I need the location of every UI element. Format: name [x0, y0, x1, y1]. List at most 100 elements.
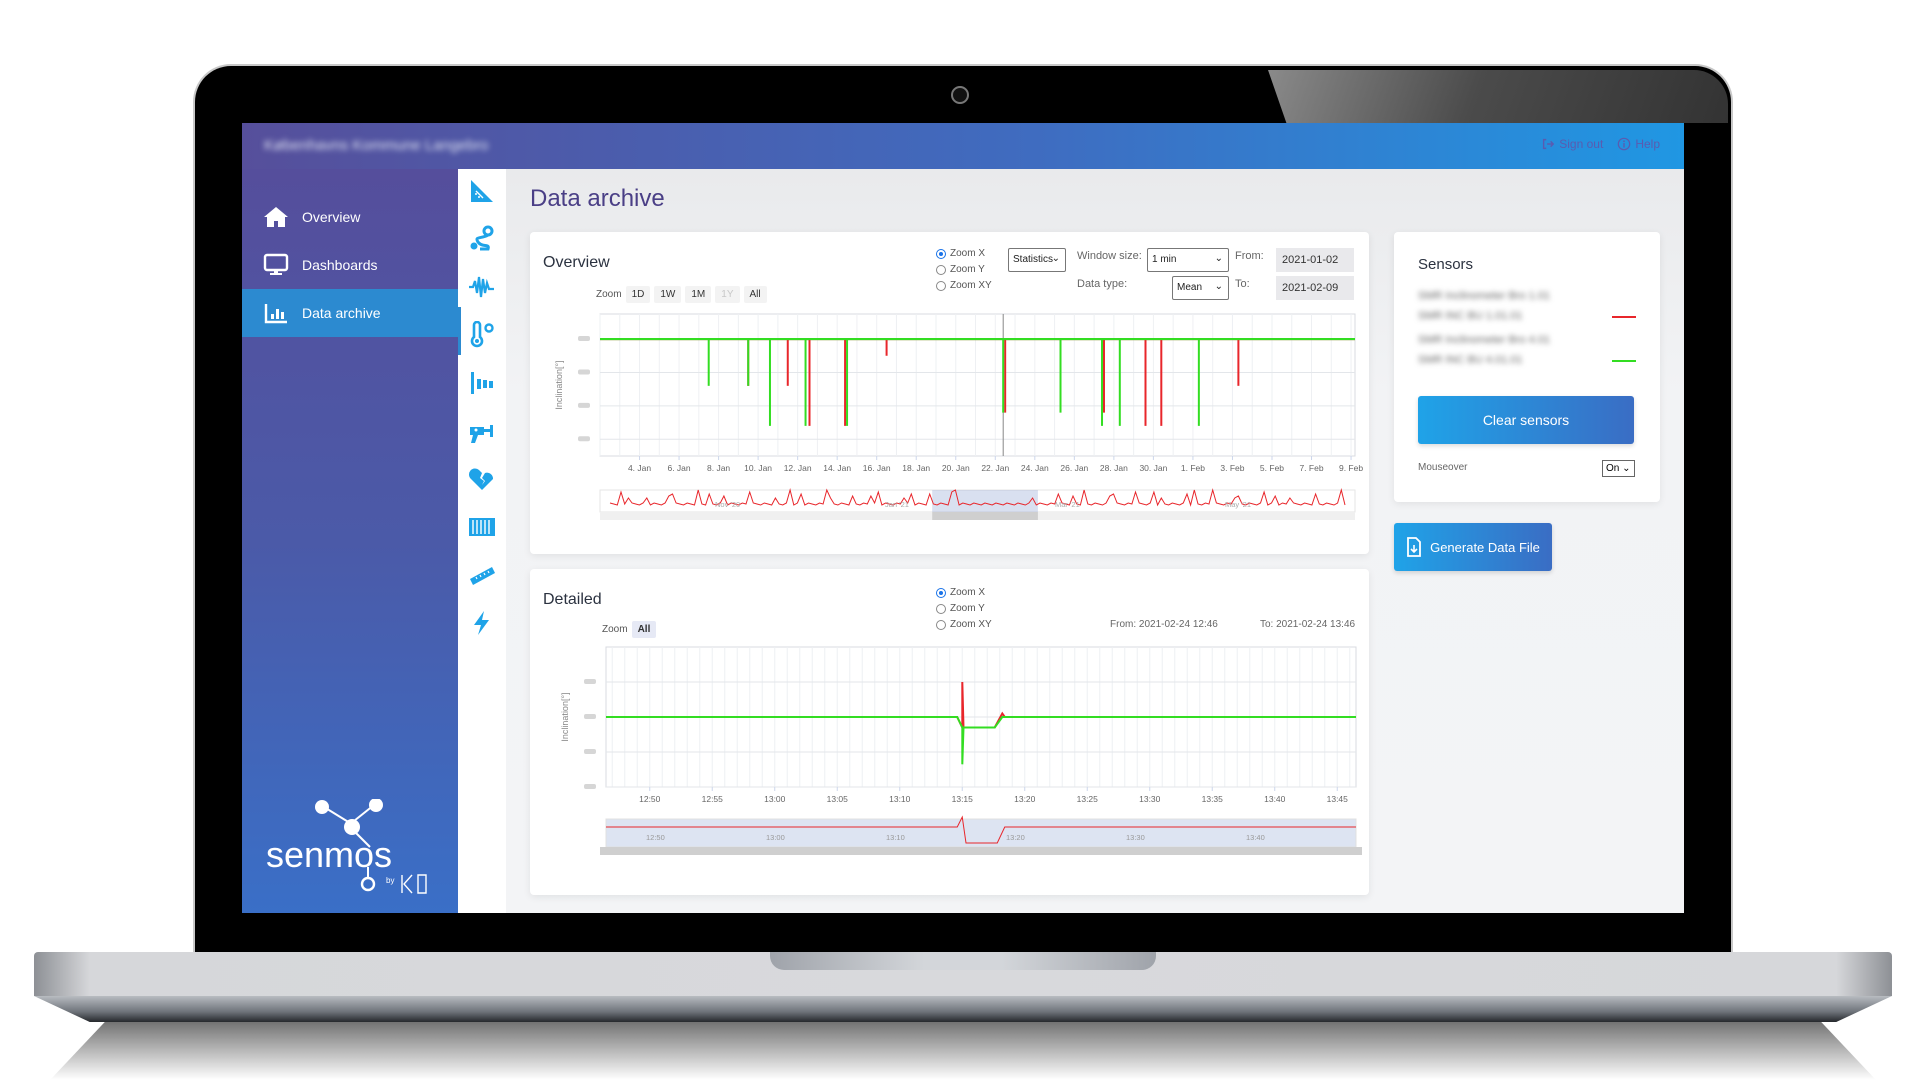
window-size-select[interactable]: 1 min ⌄	[1147, 248, 1229, 272]
level-icon[interactable]	[468, 369, 496, 397]
help-button[interactable]: Help	[1617, 137, 1660, 151]
route-icon[interactable]	[468, 225, 496, 253]
drill-icon[interactable]	[468, 417, 496, 445]
x-tick-label: 22. Jan	[981, 463, 1009, 473]
navigator-label: 12:50	[646, 833, 665, 842]
zoom-x-radio[interactable]: Zoom X	[936, 585, 992, 601]
zoom-xy-radio[interactable]: Zoom XY	[936, 617, 992, 633]
broken-heart-icon[interactable]	[468, 465, 496, 493]
zoom-label: Zoom	[596, 289, 622, 300]
zoom-1m-button[interactable]: 1M	[685, 286, 712, 303]
x-tick-label: 13:15	[952, 794, 974, 804]
y-tick-label-hidden	[584, 679, 596, 684]
zoom-label: Zoom	[602, 624, 628, 635]
zoom-1w-button[interactable]: 1W	[654, 286, 682, 303]
navigator-scrollbar	[600, 847, 1362, 855]
detailed-chart[interactable]: Inclination[°] 12:50 12:55 13:00 13:05 13:10 1…	[530, 641, 1369, 891]
x-tick-label: 28. Jan	[1100, 463, 1128, 473]
generate-data-file-button[interactable]: Generate Data File	[1394, 523, 1552, 571]
x-tick-label: 26. Jan	[1060, 463, 1088, 473]
y-axis-label: Inclination[°]	[554, 360, 564, 409]
main-content: Data archive Overview Zoom 1D 1W 1M 1Y A…	[506, 169, 1684, 913]
y-tick-label-hidden	[578, 402, 590, 408]
y-tick-label-hidden	[584, 714, 596, 719]
select-value: Mean	[1177, 282, 1203, 293]
strain-gauge-icon[interactable]	[468, 513, 496, 541]
select-value: Statistics	[1013, 254, 1054, 265]
zoom-xy-radio[interactable]: Zoom XY	[936, 278, 992, 294]
sign-out-button[interactable]: Sign out	[1541, 137, 1603, 151]
zoom-y-radio[interactable]: Zoom Y	[936, 601, 992, 617]
chevron-down-icon: ⌄	[1051, 253, 1060, 264]
sensor-color-swatch	[1612, 360, 1636, 362]
sensors-card: Sensors SMR Inclinometer Bro 1.01 SMR IN…	[1394, 232, 1660, 502]
zoom-all-button[interactable]: All	[631, 621, 657, 638]
logo-by: by	[386, 876, 394, 885]
bar-chart-icon	[262, 300, 290, 326]
zoom-1d-button[interactable]: 1D	[625, 286, 651, 303]
sidebar-item-dashboards[interactable]: Dashboards	[242, 241, 458, 289]
sensors-title: Sensors	[1418, 256, 1474, 273]
plot-area	[599, 313, 1356, 457]
info-icon	[1618, 137, 1631, 151]
sign-out-icon	[1543, 138, 1555, 150]
radio-label: Zoom XY	[950, 619, 992, 630]
zoom-x-radio[interactable]: Zoom X	[936, 246, 992, 262]
overview-card: Overview Zoom 1D 1W 1M 1Y All Zoom X Zoo…	[530, 232, 1369, 554]
home-icon	[262, 204, 290, 230]
mouseover-select[interactable]: On ⌄	[1602, 460, 1635, 477]
x-tick-label: 12:55	[702, 794, 724, 804]
sidebar: Overview Dashboards Data archive senmos …	[242, 169, 458, 913]
statistics-select[interactable]: Statistics ⌄	[1008, 248, 1066, 272]
app-screen: Københavns Kommune Langebro Sign out Hel…	[242, 123, 1684, 913]
navigator-label: Jan '21	[885, 500, 909, 509]
inclination-icon[interactable]	[468, 177, 496, 205]
x-tick-label: 13:45	[1327, 794, 1349, 804]
radio-indicator	[936, 249, 946, 259]
select-value: 1 min	[1152, 254, 1177, 265]
navigator-label: 13:30	[1126, 833, 1145, 842]
zoom-y-radio[interactable]: Zoom Y	[936, 262, 992, 278]
navigator-label: 13:00	[766, 833, 785, 842]
y-tick-label-hidden	[578, 369, 590, 375]
data-type-select[interactable]: Mean ⌄	[1172, 276, 1229, 300]
app-title: Københavns Kommune Langebro	[264, 137, 489, 154]
vibration-icon[interactable]	[468, 273, 496, 301]
zoom-all-button[interactable]: All	[743, 286, 767, 303]
sensor-color-swatch	[1612, 316, 1636, 318]
x-tick-label: 8. Jan	[707, 463, 730, 473]
file-download-icon	[1407, 537, 1421, 557]
sidebar-item-overview[interactable]: Overview	[242, 193, 458, 241]
overview-zoom-mode: Zoom X Zoom Y Zoom XY	[936, 246, 992, 294]
sidebar-item-data-archive[interactable]: Data archive	[242, 289, 458, 337]
zoom-1y-button[interactable]: 1Y	[715, 286, 740, 303]
from-date-input[interactable]: 2021-01-02	[1276, 248, 1354, 272]
radio-label: Zoom Y	[950, 603, 985, 614]
x-tick-label: 6. Jan	[667, 463, 690, 473]
lightning-icon[interactable]	[468, 609, 496, 637]
sign-out-label: Sign out	[1559, 137, 1604, 151]
x-tick-label: 24. Jan	[1021, 463, 1049, 473]
sensor-name: SMR Inclinometer Bro 4.01	[1418, 334, 1551, 346]
webcam	[951, 86, 969, 104]
senmos-logo: senmos by	[266, 799, 427, 894]
laptop-reflection	[50, 1022, 1876, 1080]
clear-sensors-button[interactable]: Clear sensors	[1418, 396, 1634, 444]
x-tick-label: 13:25	[1077, 794, 1099, 804]
radio-label: Zoom X	[950, 587, 986, 598]
x-tick-label: 13:30	[1139, 794, 1161, 804]
laptop-base-edge	[34, 996, 1892, 1022]
ruler-icon[interactable]	[468, 561, 496, 589]
overview-chart[interactable]: Inclination[°] 4. Jan 6. Jan 8. Jan 10. Jan 1…	[530, 308, 1369, 548]
active-indicator	[458, 307, 461, 355]
temperature-icon[interactable]	[468, 321, 496, 349]
sensor-id: SMR INC BU 1.01.01	[1418, 310, 1523, 322]
select-value: On	[1606, 463, 1620, 474]
help-label: Help	[1635, 137, 1660, 151]
radio-indicator	[936, 281, 946, 291]
navigator-scrollbar-thumb	[932, 512, 1038, 520]
radio-indicator	[936, 265, 946, 275]
navigator-selection	[932, 490, 1038, 512]
y-tick-label-hidden	[578, 336, 590, 342]
to-date-input[interactable]: 2021-02-09	[1276, 276, 1354, 300]
